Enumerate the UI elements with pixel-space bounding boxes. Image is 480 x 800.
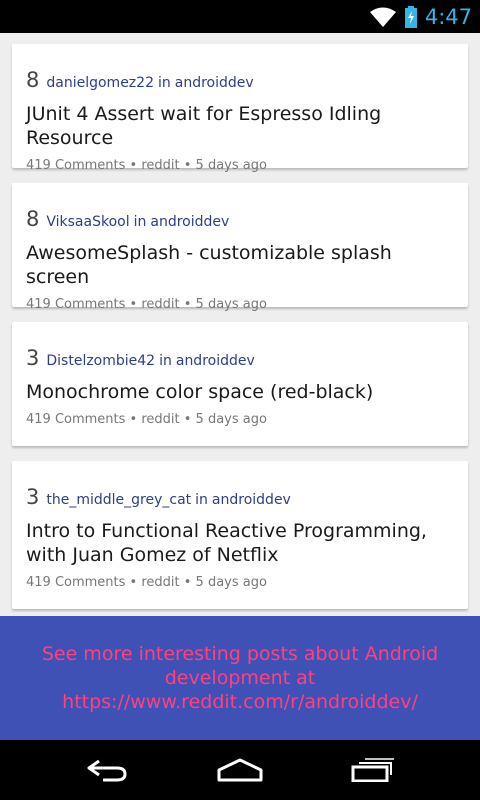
post-in-label: in — [159, 353, 172, 369]
back-button[interactable] — [72, 745, 142, 795]
status-bar: 4:47 — [0, 0, 480, 33]
recent-apps-icon — [351, 758, 395, 782]
promo-banner-text[interactable]: See more interesting posts about Android… — [40, 642, 440, 714]
post-info: 419 Comments • reddit • 5 days ago — [26, 412, 267, 427]
post-score: 8 — [26, 207, 40, 231]
status-clock: 4:47 — [424, 4, 472, 29]
home-icon — [217, 758, 263, 782]
battery-charging-icon — [404, 5, 417, 28]
post-info: 419 Comments • reddit • 5 days ago — [26, 575, 267, 590]
post-card[interactable]: 3 the_middle_grey_cat in androiddev Intr… — [12, 461, 468, 609]
post-title: Intro to Functional Reactive Programming… — [26, 520, 427, 566]
post-subreddit[interactable]: androiddev — [150, 214, 229, 230]
post-author[interactable]: ViksaaSkool — [46, 214, 129, 230]
post-meta: 3 Distelzombie42 in androiddev — [26, 346, 454, 372]
post-in-label: in — [157, 75, 171, 91]
navigation-bar — [0, 740, 480, 800]
post-subreddit[interactable]: androiddev — [175, 75, 254, 91]
post-score: 3 — [26, 346, 40, 370]
post-meta: 8 danielgomez22 in androiddev — [26, 68, 454, 94]
post-in-label: in — [133, 214, 147, 230]
wifi-icon — [369, 7, 396, 27]
post-feed[interactable]: 8 danielgomez22 in androiddev JUnit 4 As… — [0, 33, 480, 616]
post-subreddit[interactable]: androiddev — [212, 492, 291, 508]
post-in-label: in — [195, 492, 208, 508]
recent-apps-button[interactable] — [338, 745, 408, 795]
post-meta: 8 ViksaaSkool in androiddev — [26, 207, 454, 233]
post-score: 8 — [26, 68, 40, 92]
post-card[interactable]: 8 ViksaaSkool in androiddev AwesomeSplas… — [12, 183, 468, 312]
post-author[interactable]: danielgomez22 — [46, 75, 154, 91]
post-info: 419 Comments • reddit • 5 days ago — [26, 158, 267, 173]
post-card[interactable]: 8 danielgomez22 in androiddev JUnit 4 As… — [12, 44, 468, 173]
post-author[interactable]: Distelzombie42 — [46, 353, 155, 369]
post-title: JUnit 4 Assert wait for Espresso Idling … — [26, 103, 382, 149]
post-score: 3 — [26, 485, 40, 509]
promo-banner[interactable]: See more interesting posts about Android… — [0, 616, 480, 740]
post-meta: 3 the_middle_grey_cat in androiddev — [26, 485, 454, 511]
home-button[interactable] — [205, 745, 275, 795]
post-subreddit[interactable]: androiddev — [176, 353, 255, 369]
post-title: Monochrome color space (red-black) — [26, 381, 374, 403]
post-author[interactable]: the_middle_grey_cat — [46, 492, 191, 508]
post-title: AwesomeSplash - customizable splash scre… — [26, 242, 392, 288]
back-icon — [87, 759, 127, 782]
post-info: 419 Comments • reddit • 5 days ago — [26, 297, 267, 312]
post-card[interactable]: 3 Distelzombie42 in androiddev Monochrom… — [12, 322, 468, 446]
